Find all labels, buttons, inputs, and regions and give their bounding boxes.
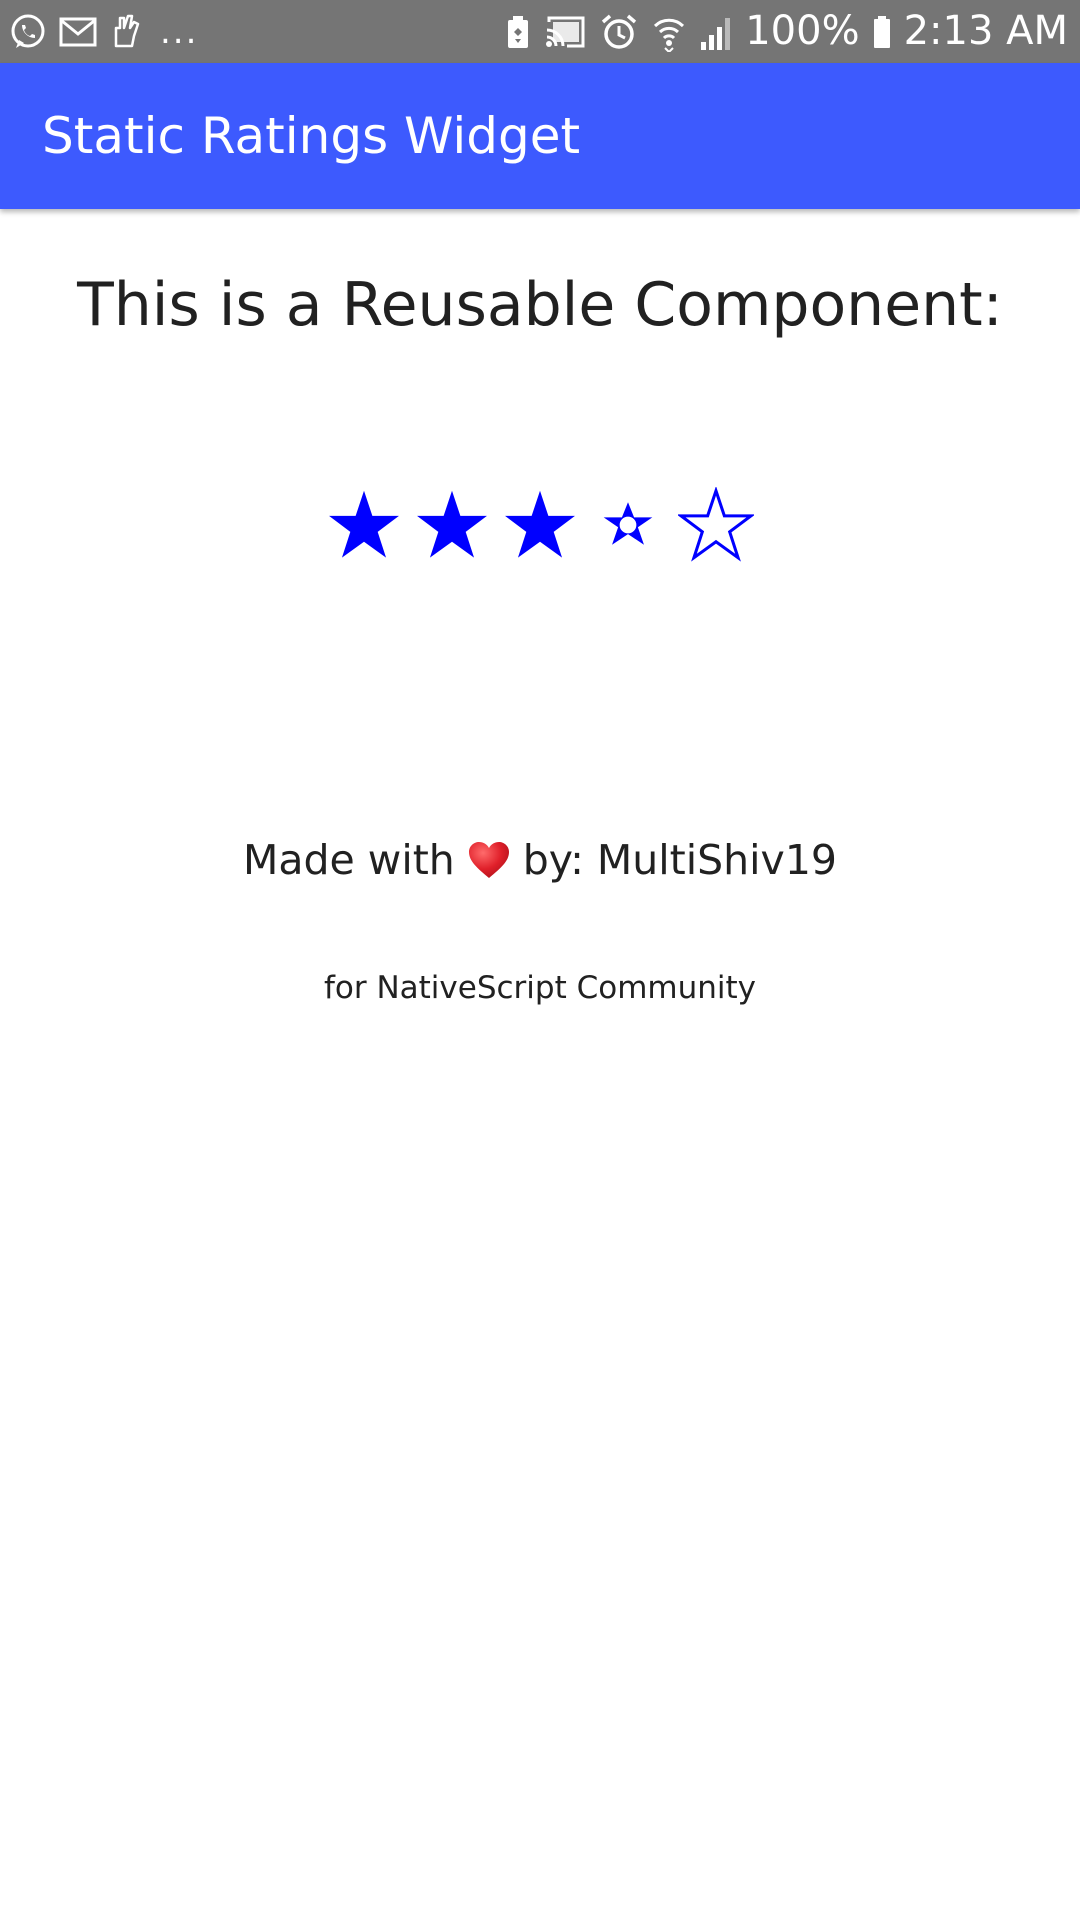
credit-line: Made with by: MultiShiv19 [0,836,1080,884]
wifi-icon [651,12,687,52]
community-credit: for NativeScript Community [323,970,757,1006]
cast-icon [543,12,587,52]
made-with-suffix: by: MultiShiv19 [522,836,837,884]
notification-icons: ... [8,0,198,63]
heart-icon [467,840,511,880]
battery-percent: 100% [745,8,860,54]
star-rating [0,480,1080,570]
hand-icon [108,12,144,52]
battery-saver-icon [505,12,531,52]
clock: 2:13 AM [903,8,1068,54]
status-bar: ... 100% 2:13 AM [0,0,1080,63]
signal-icon [699,12,733,52]
alarm-icon [599,12,639,52]
action-bar: Static Ratings Widget [0,63,1080,209]
app-title: Static Ratings Widget [42,107,581,165]
star-empty-icon [678,487,754,563]
gmail-icon [58,12,98,52]
star-half-icon [590,487,666,563]
battery-icon [872,12,892,52]
more-notifications-indicator: ... [160,11,199,52]
star-full-icon [414,487,490,563]
made-with-prefix: Made with [243,836,455,884]
star-full-icon [326,487,402,563]
component-heading: This is a Reusable Component: [77,270,1003,340]
whatsapp-icon [8,12,48,52]
star-full-icon [502,487,578,563]
system-icons: 100% 2:13 AM [505,0,1068,63]
